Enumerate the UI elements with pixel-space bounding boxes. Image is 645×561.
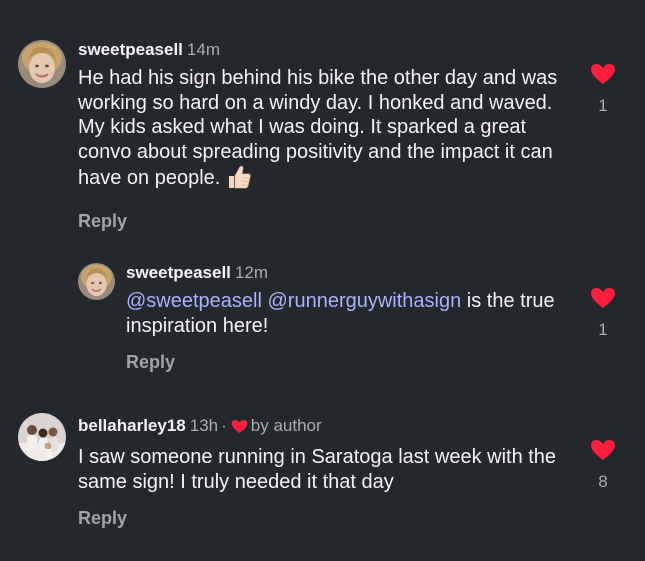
avatar-image	[18, 40, 66, 88]
author-heart-icon	[231, 419, 248, 439]
avatar-image	[18, 413, 66, 461]
comment-body: sweetpeasell 12m @sweetpeasell @runnerguy…	[126, 263, 566, 373]
avatar[interactable]	[18, 40, 66, 88]
like-count: 1	[598, 320, 608, 339]
comment-meta: bellaharley18 13h · by author	[78, 416, 578, 439]
timestamp: 12m	[234, 263, 268, 282]
username[interactable]: bellaharley18	[78, 416, 186, 435]
author-badge: by author	[250, 416, 322, 435]
comment-text: @sweetpeasell @runnerguywithasign is the…	[126, 289, 566, 338]
comment-body: sweetpeasell 14m He had his sign behind h…	[78, 40, 578, 232]
mention-link[interactable]: @runnerguywithasign	[268, 290, 462, 312]
avatar[interactable]	[18, 413, 66, 461]
mention-link[interactable]: @sweetpeasell	[126, 290, 262, 312]
reply-button[interactable]: Reply	[78, 508, 578, 529]
comment-text: He had his sign behind his bike the othe…	[78, 66, 578, 197]
heart-icon	[591, 288, 615, 308]
separator: ·	[221, 416, 227, 435]
heart-icon	[591, 64, 615, 84]
comment-body: bellaharley18 13h · by author I saw someon…	[78, 416, 578, 529]
thumbs-up-icon	[226, 164, 252, 197]
comment-meta: sweetpeasell 12m	[126, 263, 566, 283]
reply-button[interactable]: Reply	[78, 211, 578, 232]
username[interactable]: sweetpeasell	[126, 263, 231, 282]
like-button[interactable]: 1	[588, 287, 618, 340]
like-button[interactable]: 8	[588, 439, 618, 492]
reply-button[interactable]: Reply	[126, 352, 566, 373]
comment-text-content: He had his sign behind his bike the othe…	[78, 67, 558, 189]
like-count: 1	[598, 96, 608, 115]
like-button[interactable]: 1	[588, 63, 618, 116]
avatar[interactable]	[78, 263, 115, 300]
comment-text: I saw someone running in Saratoga last w…	[78, 445, 578, 494]
heart-icon	[591, 440, 615, 460]
avatar-image	[78, 263, 115, 300]
like-count: 8	[598, 472, 608, 491]
timestamp: 13h	[189, 416, 219, 435]
timestamp: 14m	[186, 40, 220, 59]
username[interactable]: sweetpeasell	[78, 40, 183, 59]
comment-text-content: I saw someone running in Saratoga last w…	[78, 446, 557, 493]
comment-meta: sweetpeasell 14m	[78, 40, 578, 60]
